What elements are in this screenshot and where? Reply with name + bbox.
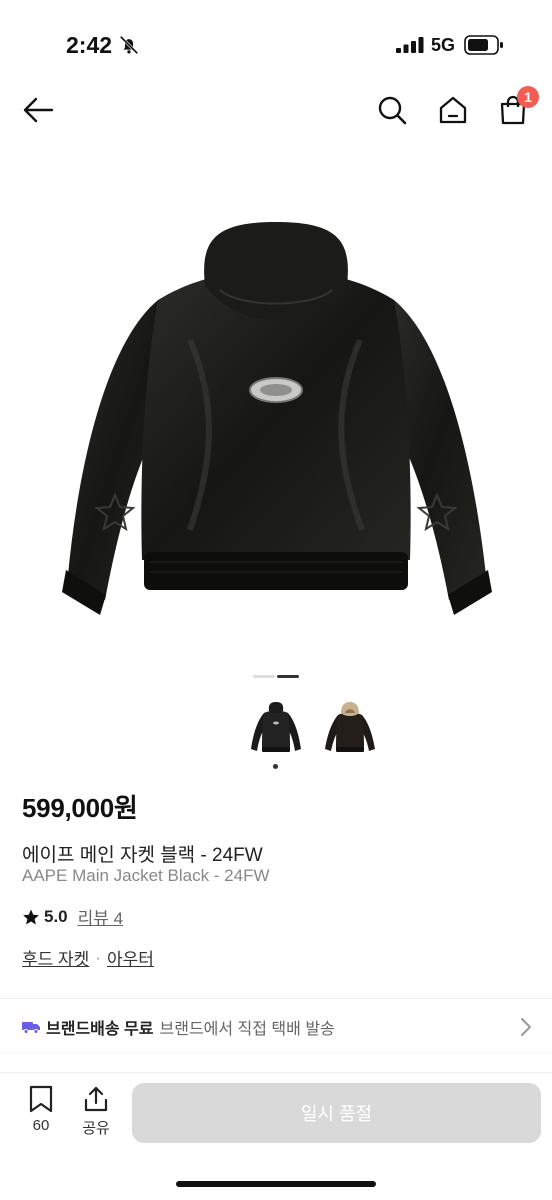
- delivery-truck-icon: [22, 1022, 40, 1034]
- star-icon: [23, 909, 39, 924]
- home-button[interactable]: [435, 92, 471, 128]
- status-time: 2:42: [66, 32, 113, 58]
- home-indicator: [176, 1181, 376, 1187]
- thumbnail-black-jacket[interactable]: [246, 698, 306, 758]
- jacket-image: [62, 222, 492, 615]
- bookmark-icon: [29, 1085, 53, 1113]
- bookmark-count: 60: [32, 1117, 50, 1134]
- pager-indicator-2[interactable]: [277, 675, 299, 678]
- thumbnail-strip: [246, 698, 380, 758]
- gallery-pager: [253, 675, 299, 678]
- category-link-hood-jacket[interactable]: 후드 자켓: [22, 945, 89, 970]
- search-button[interactable]: [374, 92, 410, 128]
- thumbnail-reverse-jacket-image: [325, 702, 375, 752]
- share-button[interactable]: 공유: [74, 1085, 118, 1138]
- home-icon: [439, 96, 467, 124]
- cart-count-badge: 1: [517, 86, 539, 108]
- chevron-right-icon: [521, 1018, 531, 1036]
- rating-row: 5.0 리뷰 4: [22, 904, 123, 929]
- category-breadcrumb: 후드 자켓 · 아우터: [22, 945, 154, 970]
- thumbnail-selected-dot: [273, 764, 278, 769]
- bell-off-icon: [119, 35, 139, 55]
- sold-out-button[interactable]: 일시 품절: [132, 1083, 541, 1143]
- pager-indicator-1[interactable]: [253, 675, 275, 678]
- category-separator: ·: [95, 947, 101, 967]
- top-nav-bar: 1: [0, 80, 552, 140]
- shipping-description: 브랜드에서 직접 택배 발송: [159, 1021, 335, 1038]
- product-image[interactable]: [40, 190, 512, 630]
- section-gap: [0, 1052, 552, 1070]
- bottom-action-bar: 60 공유 일시 품절: [0, 1072, 552, 1200]
- product-title-english: AAPE Main Jacket Black - 24FW: [22, 866, 270, 885]
- cart-button[interactable]: 1: [495, 86, 539, 128]
- section-divider: [0, 998, 552, 999]
- share-label: 공유: [82, 1120, 110, 1137]
- arrow-left-icon: [23, 97, 54, 123]
- shipping-badge-label: 브랜드배송 무료: [46, 1021, 154, 1038]
- thumbnail-black-jacket-image: [251, 702, 301, 752]
- cellular-signal-icon: [396, 37, 424, 53]
- review-link[interactable]: 리뷰 4: [78, 904, 123, 929]
- battery-icon: [464, 35, 503, 55]
- network-label: 5G: [431, 35, 456, 55]
- product-price: 599,000원: [22, 793, 138, 823]
- status-bar: 2:42 5G: [0, 0, 552, 90]
- product-title-korean: 에이프 메인 자켓 블랙 - 24FW: [22, 845, 263, 866]
- share-icon: [84, 1086, 108, 1112]
- bookmark-button[interactable]: 60: [19, 1085, 63, 1134]
- search-icon: [378, 96, 407, 125]
- shipping-info-row[interactable]: 브랜드배송 무료 브랜드에서 직접 택배 발송: [22, 1014, 534, 1040]
- rating-value: 5.0: [44, 906, 68, 926]
- thumbnail-reverse-jacket[interactable]: [320, 698, 380, 758]
- category-link-outer[interactable]: 아우터: [107, 945, 154, 970]
- back-button[interactable]: [20, 92, 56, 128]
